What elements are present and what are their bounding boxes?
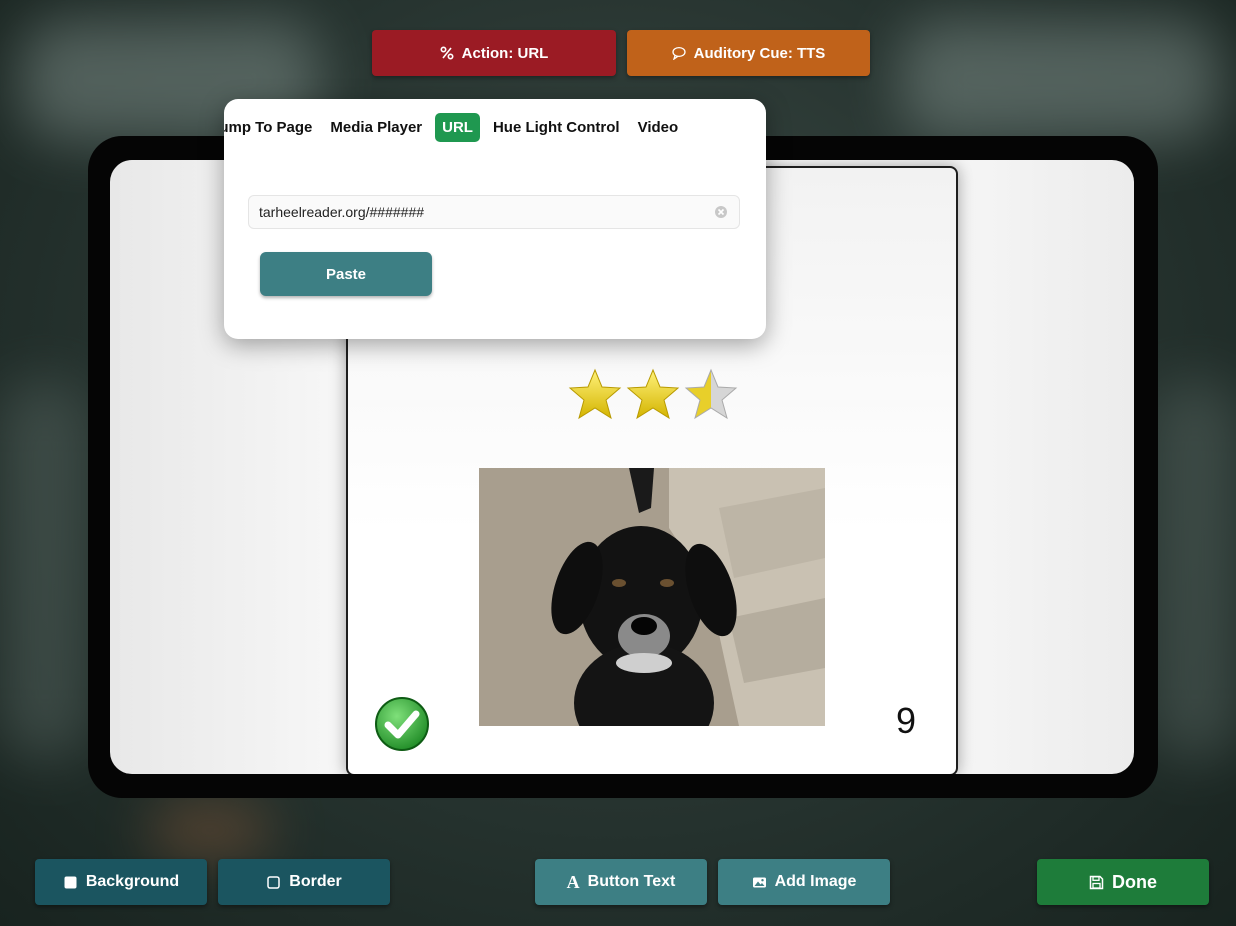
speech-bubble-icon	[672, 46, 686, 60]
auditory-cue-button[interactable]: Auditory Cue: TTS	[627, 30, 870, 76]
border-button-label: Border	[289, 873, 342, 890]
add-image-button-label: Add Image	[774, 873, 857, 890]
border-button[interactable]: Border	[218, 859, 390, 905]
link-icon	[440, 46, 454, 60]
action-popover: Jump To Page Media Player URL Hue Light …	[224, 99, 766, 339]
done-button[interactable]: Done	[1037, 859, 1209, 905]
background-button-label: Background	[85, 873, 180, 890]
outline-square-icon	[267, 875, 281, 889]
star-icon	[568, 368, 622, 420]
background-button[interactable]: Background	[35, 859, 207, 905]
star-rating	[568, 368, 738, 420]
card-number: 9	[895, 700, 916, 741]
check-circle-icon	[375, 697, 429, 751]
image-icon	[752, 877, 766, 887]
filled-square-icon	[64, 876, 77, 888]
action-button[interactable]: Action: URL	[372, 30, 616, 76]
letter-a-icon: A	[566, 871, 580, 892]
tab-jump-to-page[interactable]: Jump To Page	[224, 113, 321, 142]
action-type-tabs: Jump To Page Media Player URL Hue Light …	[224, 113, 687, 142]
star-icon	[626, 368, 680, 420]
button-text-button[interactable]: A Button Text	[535, 859, 707, 905]
auditory-cue-button-label: Auditory Cue: TTS	[693, 44, 826, 62]
tab-hue-light-control[interactable]: Hue Light Control	[484, 113, 629, 142]
tab-url[interactable]: URL	[435, 113, 480, 142]
button-text-button-label: Button Text	[587, 873, 676, 890]
dog-photo	[479, 468, 825, 726]
paste-button[interactable]: Paste	[260, 252, 432, 296]
tab-video[interactable]: Video	[629, 113, 688, 142]
tab-media-player[interactable]: Media Player	[321, 113, 431, 142]
url-input[interactable]	[248, 195, 740, 229]
clear-circle-icon[interactable]	[714, 205, 728, 219]
star-icon	[684, 368, 738, 420]
done-button-label: Done	[1112, 871, 1157, 892]
save-icon	[1089, 875, 1104, 889]
action-button-label: Action: URL	[461, 44, 549, 62]
add-image-button[interactable]: Add Image	[718, 859, 890, 905]
